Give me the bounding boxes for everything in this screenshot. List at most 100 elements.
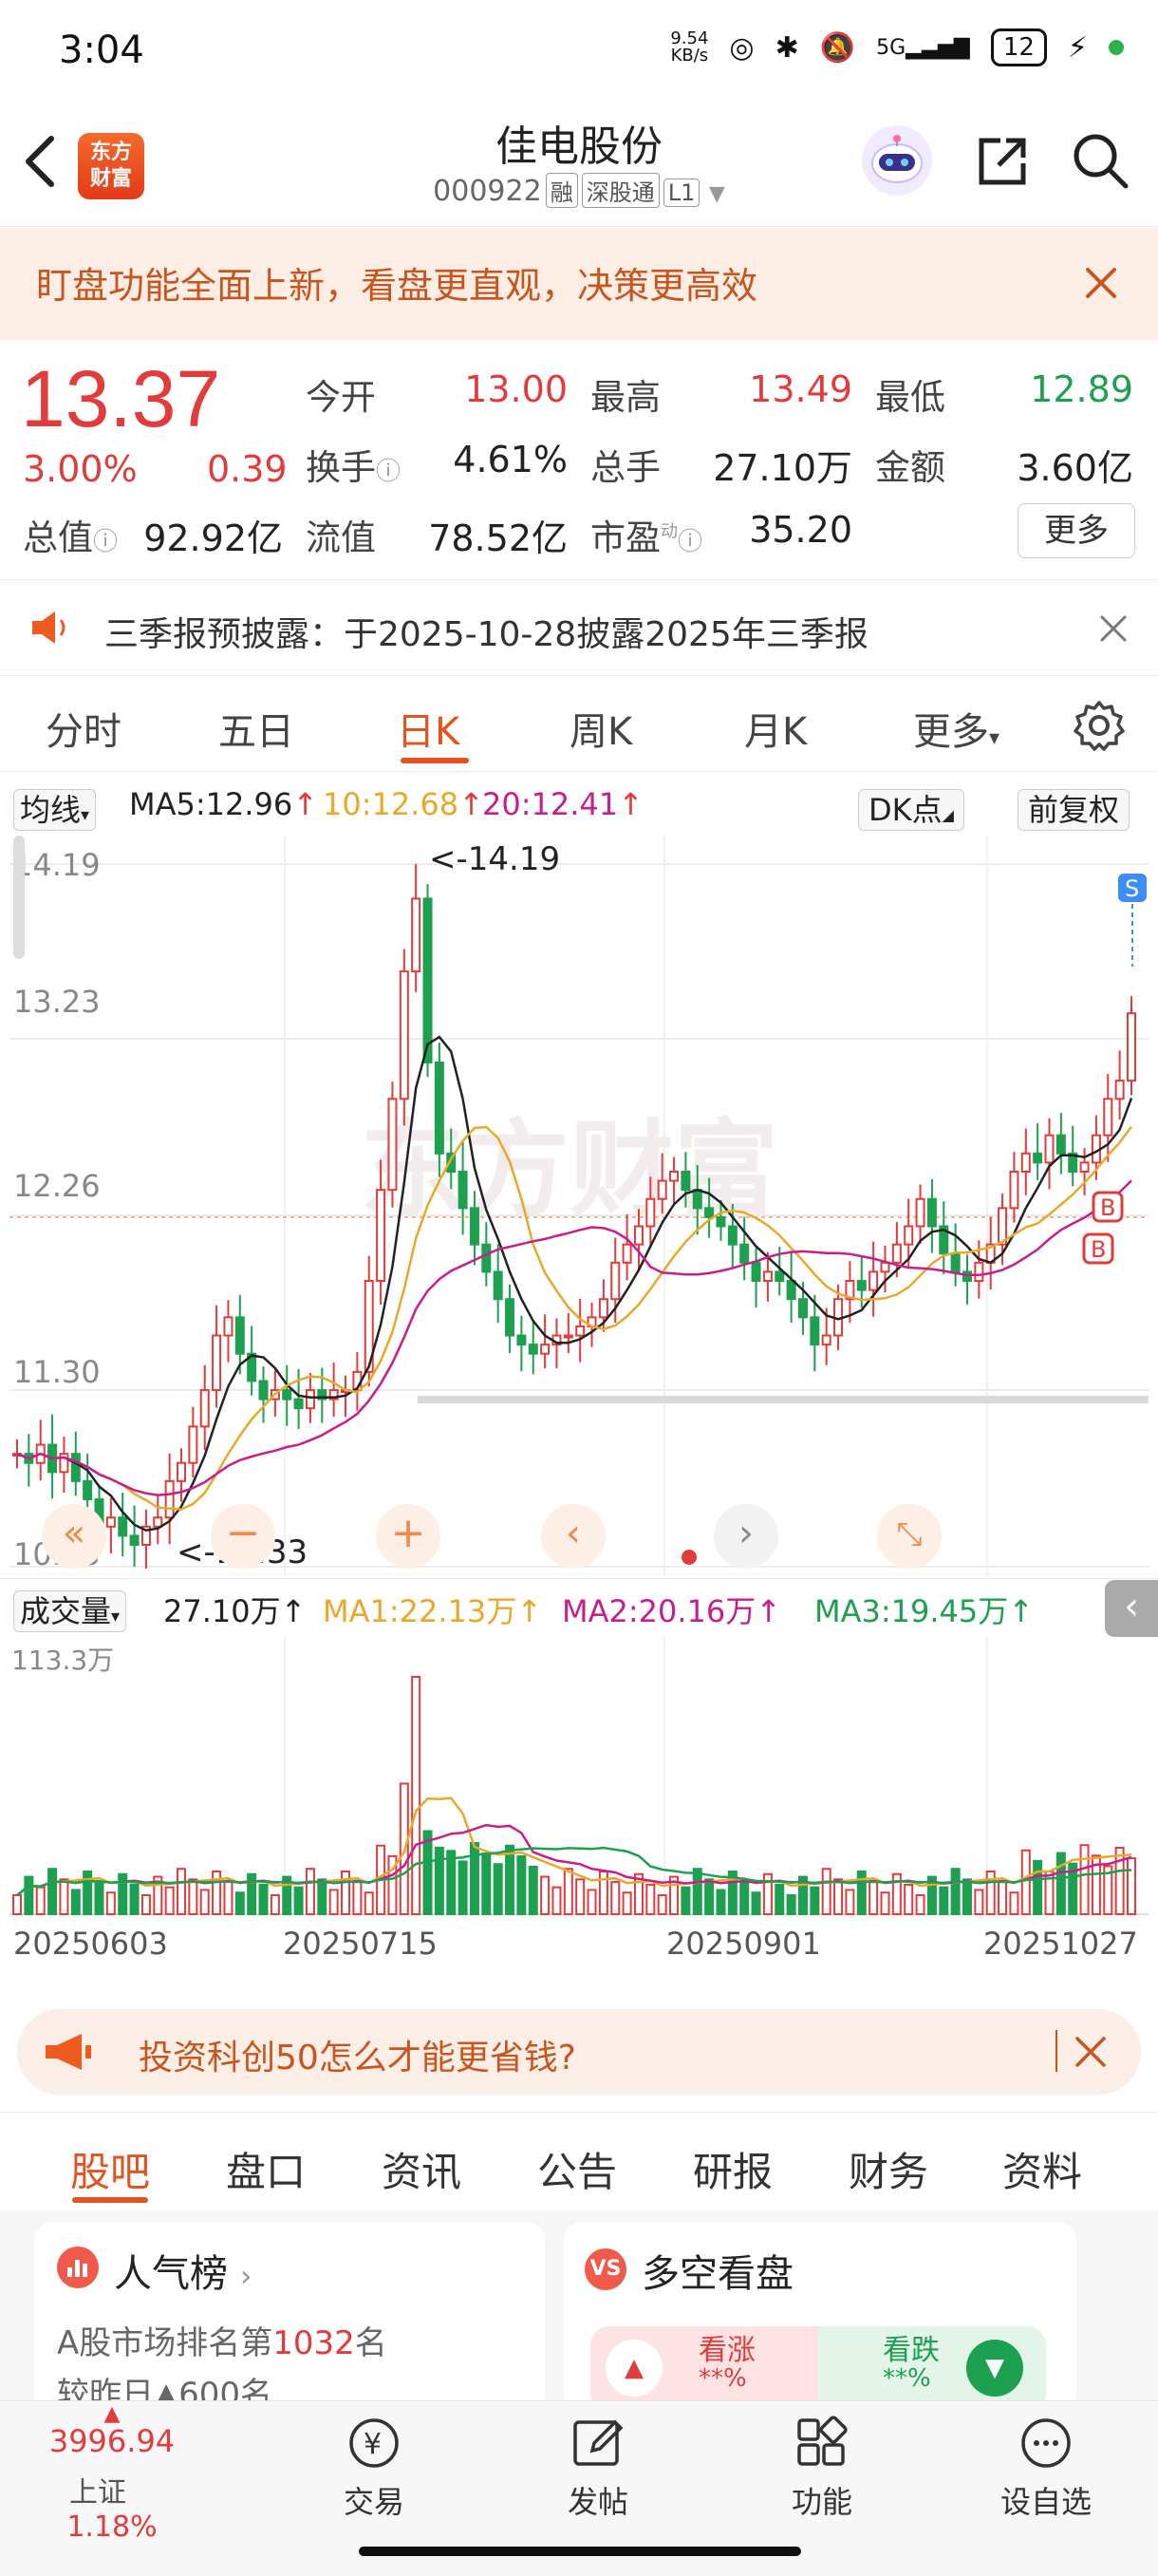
tab-daily-k[interactable]: 日K	[397, 701, 459, 756]
volume-bar	[59, 1878, 69, 1915]
volume-bar	[35, 1886, 46, 1915]
tab-forum[interactable]: 股吧	[70, 2140, 150, 2198]
bear-down-button[interactable]: ▼	[966, 2340, 1023, 2397]
volume-bar	[1009, 1891, 1019, 1916]
bull-bear-title: 多空看盘	[642, 2252, 794, 2296]
collapse-panel-button[interactable]: ‹	[1105, 1580, 1158, 1637]
share-icon[interactable]	[972, 131, 1033, 192]
nav-post[interactable]: 发帖	[541, 2408, 655, 2522]
privacy-dot	[1109, 40, 1124, 55]
candle-body	[1044, 1134, 1055, 1164]
bull-up-button[interactable]: ▲	[606, 2340, 663, 2397]
fullscreen-button[interactable]: ⤡	[877, 1504, 942, 1569]
tab-five-day[interactable]: 五日	[218, 701, 294, 756]
close-icon[interactable]	[1074, 2036, 1107, 2068]
net-speed: 9.54 KB/s	[670, 28, 709, 66]
tab-more[interactable]: 更多▾	[913, 701, 999, 756]
candle-body	[305, 1389, 315, 1410]
candle-body	[505, 1298, 515, 1337]
float-value: 78.52亿	[428, 517, 568, 559]
candle-body	[775, 1270, 785, 1283]
volume-bar	[70, 1889, 81, 1916]
pe-label[interactable]: 市盈动ⓘ	[590, 509, 702, 560]
adjust-button[interactable]: 前复权	[1018, 786, 1130, 831]
zoom-in-button[interactable]: +	[376, 1504, 440, 1569]
candle-body	[234, 1316, 245, 1355]
divider	[1055, 2030, 1057, 2072]
candle-body	[422, 897, 433, 1063]
dk-point-button[interactable]: DK点◢	[858, 786, 964, 831]
tab-orderbook[interactable]: 盘口	[226, 2140, 306, 2198]
vs-icon: VS	[585, 2248, 626, 2290]
info-icon: ⓘ	[678, 528, 703, 556]
tab-timeshare[interactable]: 分时	[46, 701, 121, 756]
candle-body	[70, 1453, 81, 1482]
kline-chart[interactable]: 东方财富 14.19 13.23 12.26 11.30 10.33 <-14.…	[0, 836, 1158, 1576]
volume-bar	[974, 1889, 984, 1916]
candle-body	[387, 1098, 398, 1192]
ad-banner[interactable]: 投资科创50怎么才能更省钱?	[17, 2009, 1141, 2095]
candle-body	[83, 1479, 93, 1501]
volume-bar	[821, 1868, 831, 1916]
ma-selector[interactable]: 均线▾	[13, 786, 97, 831]
close-icon[interactable]	[1082, 264, 1120, 302]
candle-body	[1114, 1080, 1125, 1100]
tab-weekly-k[interactable]: 周K	[570, 701, 632, 756]
volume-bar	[833, 1878, 844, 1915]
turnover-label[interactable]: 换手ⓘ	[306, 439, 401, 490]
nav-functions[interactable]: 功能	[765, 2408, 879, 2522]
candle-body	[516, 1334, 527, 1346]
tab-profile[interactable]: 资料	[1002, 2140, 1082, 2198]
tab-monthly-k[interactable]: 月K	[744, 701, 807, 756]
tab-news[interactable]: 资讯	[382, 2140, 461, 2198]
grid-icon	[797, 2416, 848, 2466]
volume-bar	[83, 1871, 93, 1915]
volume-chart[interactable]: 113.3万 20250603 20250715 20250901 202510…	[0, 1637, 1158, 1965]
feature-banner[interactable]: 盯盘功能全面上新，看盘更直观，决策更高效	[0, 228, 1158, 340]
volume-bar	[962, 1878, 972, 1915]
more-button[interactable]: 更多	[1018, 503, 1135, 558]
volume-bar	[516, 1854, 527, 1915]
nav-add-watchlist[interactable]: 设自选	[989, 2408, 1103, 2522]
ai-assistant-avatar[interactable]	[862, 125, 932, 196]
close-icon[interactable]	[1099, 614, 1128, 643]
nav-trade[interactable]: ¥ 交易	[317, 2408, 431, 2522]
scroll-indicator[interactable]	[13, 836, 25, 959]
turnover-value: 4.61%	[453, 439, 568, 480]
candle-body	[633, 1225, 644, 1246]
high-value: 13.49	[749, 368, 852, 410]
mktcap-label[interactable]: 总值ⓘ	[23, 509, 118, 560]
notice-bar[interactable]: 三季报预披露：于2025-10-28披露2025年三季报	[0, 579, 1158, 676]
search-icon[interactable]	[1069, 129, 1131, 192]
candle-body	[1103, 1098, 1113, 1137]
candle-body	[727, 1225, 738, 1246]
bull-bear-card[interactable]: VS 多空看盘 ▲ 看涨 **% 看跌 **% ▼	[564, 2222, 1076, 2412]
scroll-left-fast-button[interactable]: «	[42, 1504, 106, 1569]
volume-bar	[551, 1886, 562, 1915]
volume-selector[interactable]: 成交量▾	[13, 1588, 127, 1632]
support-band	[418, 1396, 1149, 1404]
candle-body	[575, 1325, 586, 1337]
zoom-out-button[interactable]: −	[211, 1504, 275, 1569]
volume-bar	[1020, 1849, 1031, 1915]
popularity-card[interactable]: 人气榜 › A股市场排名第1032名 较昨日▲600名	[34, 2222, 545, 2412]
volume-bar	[704, 1878, 715, 1915]
scroll-left-button[interactable]: ‹	[541, 1504, 606, 1569]
high-label: 最高	[590, 377, 661, 418]
bull-pct: **%	[699, 2364, 747, 2393]
float-label: 流值	[306, 517, 376, 558]
scroll-right-button[interactable]: ›	[714, 1504, 778, 1569]
dropdown-icon: ▼	[708, 182, 725, 206]
settings-gear-icon[interactable]	[1073, 699, 1126, 752]
divider	[0, 2112, 1158, 2113]
tab-announcements[interactable]: 公告	[537, 2140, 617, 2198]
tab-research[interactable]: 研报	[693, 2140, 773, 2198]
candle-body	[610, 1261, 621, 1301]
index-ticker[interactable]: ▲ 3996.94 上证1.18%	[27, 2404, 197, 2545]
volume-axis-max: 113.3万	[11, 1645, 114, 1676]
status-time: 3:04	[59, 28, 144, 72]
candle-body	[493, 1270, 503, 1301]
volume-bar	[493, 1863, 503, 1916]
tab-financials[interactable]: 财务	[849, 2140, 928, 2198]
volume-value: 27.10万	[713, 447, 852, 489]
